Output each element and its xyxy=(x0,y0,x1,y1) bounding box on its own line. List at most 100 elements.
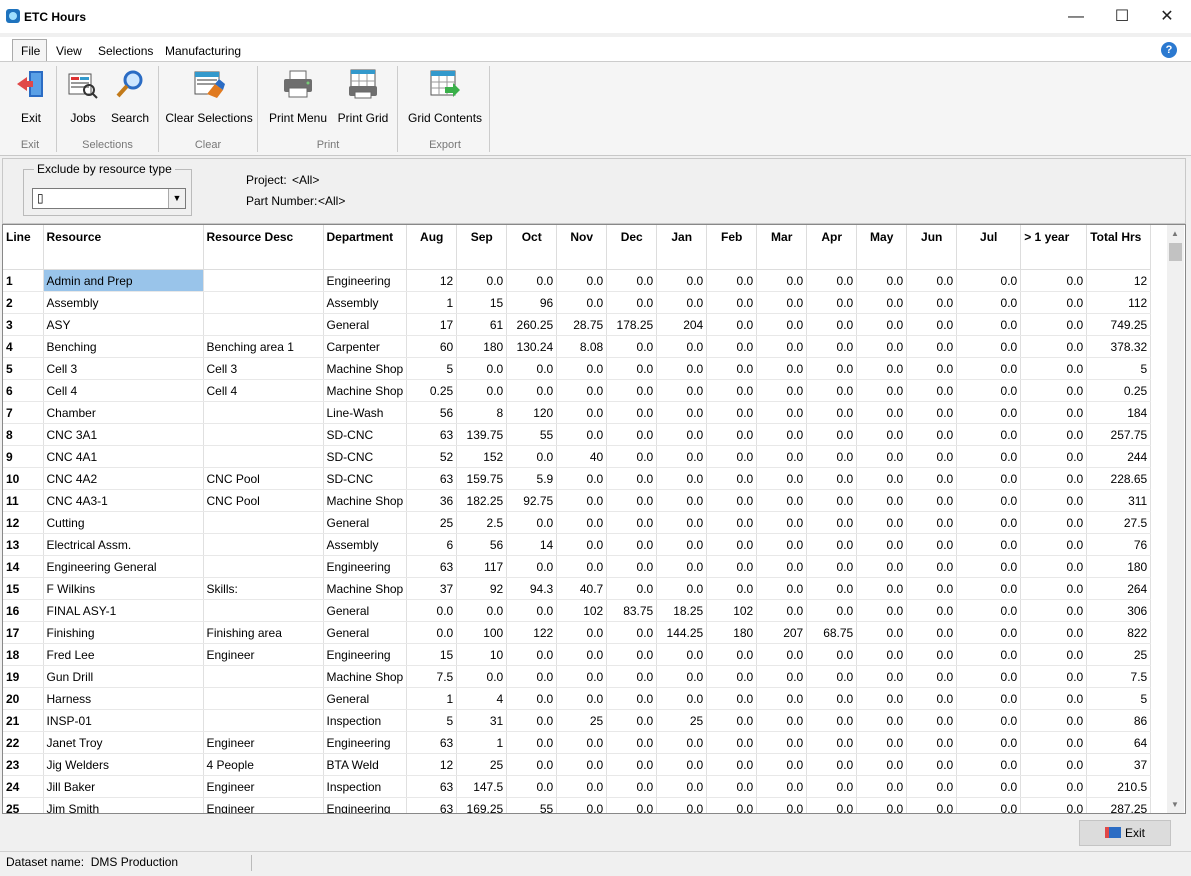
hours-cell[interactable]: 0.0 xyxy=(906,269,958,292)
hours-cell[interactable]: 0.0 xyxy=(956,687,1022,710)
column-header[interactable]: Mar xyxy=(756,225,808,270)
hours-cell[interactable]: 0.0 xyxy=(1020,665,1088,688)
hours-cell[interactable]: 0.0 xyxy=(606,379,658,402)
hours-cell[interactable]: 28.75 xyxy=(556,313,608,336)
hours-cell[interactable]: 0.0 xyxy=(1020,489,1088,512)
hours-cell[interactable]: 10 xyxy=(456,643,508,666)
hours-cell[interactable]: 0.0 xyxy=(806,599,858,622)
hours-cell[interactable]: 207 xyxy=(756,621,808,644)
hours-cell[interactable]: 0.0 xyxy=(956,621,1022,644)
menu-selections[interactable]: Selections xyxy=(98,44,153,58)
line-cell[interactable]: 13 xyxy=(3,533,44,556)
hours-cell[interactable]: 25 xyxy=(656,709,708,732)
resource-cell[interactable]: Jig Welders xyxy=(43,753,204,776)
column-header[interactable]: Department xyxy=(323,225,408,270)
resource-cell[interactable]: Jill Baker xyxy=(43,775,204,798)
hours-cell[interactable]: 0.0 xyxy=(906,555,958,578)
hours-cell[interactable]: 0.0 xyxy=(906,379,958,402)
hours-cell[interactable]: 0.0 xyxy=(856,357,908,380)
hours-cell[interactable]: 25 xyxy=(406,511,458,534)
table-row[interactable]: 13 Electrical Assm. Assembly 6 56 14 0.0 0.0 0.0… xyxy=(3,533,1152,556)
hours-cell[interactable]: 0.0 xyxy=(856,555,908,578)
hours-cell[interactable]: 0.0 xyxy=(756,269,808,292)
hours-cell[interactable]: 0.0 xyxy=(506,599,558,622)
hours-cell[interactable]: 0.0 xyxy=(1020,313,1088,336)
hours-cell[interactable]: 18.25 xyxy=(656,599,708,622)
hours-cell[interactable]: 0.0 xyxy=(806,775,858,798)
hours-cell[interactable]: 0.0 xyxy=(956,533,1022,556)
hours-cell[interactable]: 12 xyxy=(1086,269,1152,292)
column-header[interactable]: Aug xyxy=(406,225,458,270)
grid-contents-button[interactable]: Grid Contents xyxy=(408,68,482,125)
hours-cell[interactable]: 0.0 xyxy=(1020,291,1088,314)
hours-cell[interactable]: 0.0 xyxy=(1020,511,1088,534)
table-row[interactable]: 9 CNC 4A1 SD-CNC 52 152 0.0 40 0.0 0.0 0.0 0.0 0.0 0… xyxy=(3,445,1152,468)
line-cell[interactable]: 21 xyxy=(3,709,44,732)
hours-cell[interactable]: 0.0 xyxy=(706,357,758,380)
hours-cell[interactable]: 0.0 xyxy=(806,687,858,710)
hours-cell[interactable]: 0.0 xyxy=(706,731,758,754)
hours-cell[interactable]: 0.0 xyxy=(556,753,608,776)
hours-cell[interactable]: 0.0 xyxy=(806,511,858,534)
hours-cell[interactable]: 0.0 xyxy=(456,357,508,380)
hours-cell[interactable]: 0.0 xyxy=(956,357,1022,380)
line-cell[interactable]: 11 xyxy=(3,489,44,512)
hours-cell[interactable]: 0.0 xyxy=(756,379,808,402)
resource-cell[interactable]: Cell 4 xyxy=(43,379,204,402)
hours-cell[interactable]: 0.0 xyxy=(956,511,1022,534)
hours-cell[interactable]: 0.0 xyxy=(656,797,708,813)
hours-cell[interactable]: 0.0 xyxy=(706,291,758,314)
resource-cell[interactable]: Gun Drill xyxy=(43,665,204,688)
hours-cell[interactable]: 0.0 xyxy=(806,665,858,688)
hours-cell[interactable]: 0.0 xyxy=(756,555,808,578)
hours-cell[interactable]: 0.0 xyxy=(706,423,758,446)
column-header[interactable]: Resource xyxy=(43,225,204,270)
hours-cell[interactable]: 8.08 xyxy=(556,335,608,358)
hours-cell[interactable]: 184 xyxy=(1086,401,1152,424)
hours-cell[interactable]: 0.0 xyxy=(506,709,558,732)
hours-cell[interactable]: 0.0 xyxy=(956,665,1022,688)
hours-cell[interactable]: 0.0 xyxy=(906,687,958,710)
column-header[interactable]: Jun xyxy=(906,225,958,270)
close-button[interactable]: ✕ xyxy=(1144,0,1190,33)
hours-cell[interactable]: 0.0 xyxy=(956,643,1022,666)
hours-cell[interactable]: 122 xyxy=(506,621,558,644)
table-row[interactable]: 8 CNC 3A1 SD-CNC 63 139.75 55 0.0 0.0 0.0 0.0 0.0 0… xyxy=(3,423,1152,446)
hours-cell[interactable]: 0.0 xyxy=(806,445,858,468)
resource-desc-cell[interactable] xyxy=(203,401,324,424)
hours-cell[interactable]: 17 xyxy=(406,313,458,336)
hours-cell[interactable]: 0.0 xyxy=(556,533,608,556)
hours-cell[interactable]: 0.0 xyxy=(656,269,708,292)
column-header[interactable]: Resource Desc xyxy=(203,225,324,270)
line-cell[interactable]: 25 xyxy=(3,797,44,813)
hours-cell[interactable]: 0.0 xyxy=(906,643,958,666)
resource-desc-cell[interactable] xyxy=(203,665,324,688)
table-row[interactable]: 3 ASY General 17 61 260.25 28.75 178.25 204 0.0 0.… xyxy=(3,313,1152,336)
table-row[interactable]: 7 Chamber Line-Wash 56 8 120 0.0 0.0 0.0 0.0 0.0 0.… xyxy=(3,401,1152,424)
hours-cell[interactable]: 749.25 xyxy=(1086,313,1152,336)
hours-cell[interactable]: 0.0 xyxy=(706,313,758,336)
hours-cell[interactable]: 0.0 xyxy=(706,753,758,776)
hours-cell[interactable]: 92 xyxy=(456,577,508,600)
table-row[interactable]: 25 Jim Smith Engineer Engineering 63 169.25 55… xyxy=(3,797,1152,813)
hours-cell[interactable]: 0.0 xyxy=(756,643,808,666)
hours-cell[interactable]: 0.0 xyxy=(556,665,608,688)
hours-cell[interactable]: 0.0 xyxy=(406,621,458,644)
clear-selections-button[interactable]: Clear Selections xyxy=(165,68,253,125)
hours-cell[interactable]: 0.0 xyxy=(606,423,658,446)
hours-cell[interactable]: 12 xyxy=(406,269,458,292)
hours-cell[interactable]: 0.0 xyxy=(956,401,1022,424)
resource-cell[interactable]: CNC 4A1 xyxy=(43,445,204,468)
hours-cell[interactable]: 0.0 xyxy=(556,379,608,402)
hours-cell[interactable]: 0.0 xyxy=(556,555,608,578)
hours-cell[interactable]: 0.0 xyxy=(856,445,908,468)
table-row[interactable]: 24 Jill Baker Engineer Inspection 63 147.5 0.0… xyxy=(3,775,1152,798)
hours-cell[interactable]: 0.0 xyxy=(556,269,608,292)
hours-cell[interactable]: 228.65 xyxy=(1086,467,1152,490)
hours-cell[interactable]: 0.0 xyxy=(556,687,608,710)
line-cell[interactable]: 1 xyxy=(3,269,44,292)
vertical-scrollbar[interactable]: ▲ ▼ xyxy=(1167,225,1184,813)
column-header[interactable]: Sep xyxy=(456,225,508,270)
column-header[interactable]: Dec xyxy=(606,225,658,270)
department-cell[interactable]: Line-Wash xyxy=(323,401,408,424)
